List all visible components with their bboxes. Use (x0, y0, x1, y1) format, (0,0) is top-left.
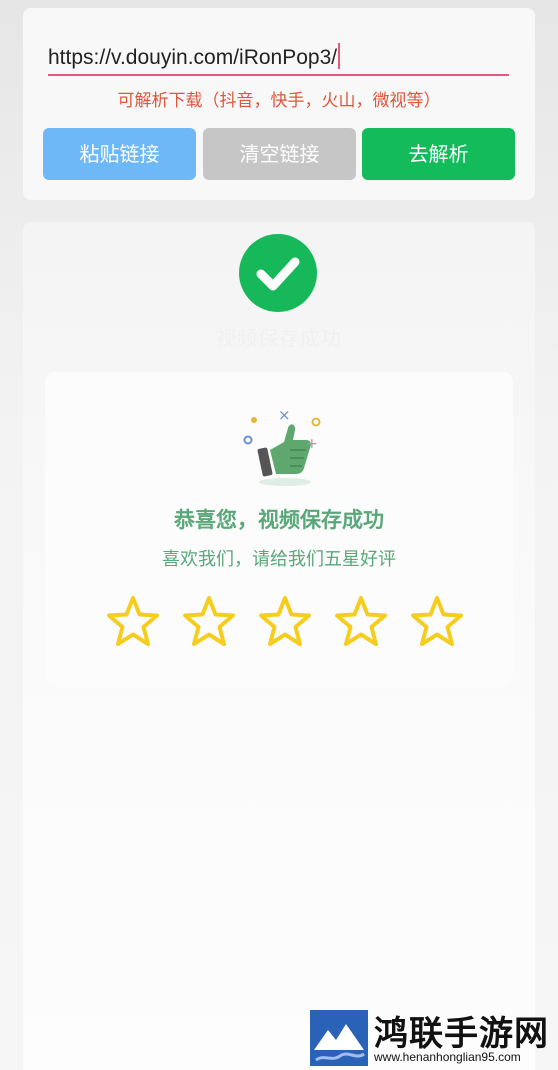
parse-button[interactable]: 去解析 (362, 128, 515, 180)
star-icon-4[interactable] (333, 594, 389, 650)
result-card: 视频保存成功 × + 恭喜您，视频保存成功 喜欢我们，请给我们五星好评 (23, 222, 535, 1070)
status-text-faded: 视频保存成功 (216, 326, 342, 350)
text-caret (338, 43, 341, 69)
thumbs-up-icon: × + (240, 406, 330, 490)
star-icon-2[interactable] (181, 594, 237, 650)
star-rating (105, 594, 465, 650)
rating-request: 喜欢我们，请给我们五星好评 (162, 549, 396, 570)
paste-link-button[interactable]: 粘贴链接 (43, 128, 196, 180)
url-input-value: https://v.douyin.com/iRonPop3/ (48, 46, 338, 69)
star-icon-5[interactable] (409, 594, 465, 650)
star-icon-3[interactable] (257, 594, 313, 650)
site-logo-icon (310, 1010, 368, 1066)
success-check-icon (239, 234, 317, 312)
success-title: 恭喜您，视频保存成功 (174, 508, 384, 532)
svg-text:+: + (306, 436, 318, 452)
url-input[interactable]: https://v.douyin.com/iRonPop3/ (48, 42, 509, 76)
watermark-url: www.henanhonglian95.com (374, 1050, 521, 1064)
clear-link-button[interactable]: 清空链接 (203, 128, 356, 180)
success-dialog: × + 恭喜您，视频保存成功 喜欢我们，请给我们五星好评 (45, 372, 513, 684)
supported-platforms-hint: 可解析下载（抖音，快手，火山，微视等） (117, 91, 441, 111)
watermark-title: 鸿联手游网 (374, 1014, 549, 1054)
link-input-card: https://v.douyin.com/iRonPop3/ 可解析下载（抖音，… (23, 8, 535, 200)
star-icon-1[interactable] (105, 594, 161, 650)
site-watermark: 鸿联手游网 www.henanhonglian95.com (310, 1008, 550, 1066)
svg-text:×: × (278, 406, 291, 424)
